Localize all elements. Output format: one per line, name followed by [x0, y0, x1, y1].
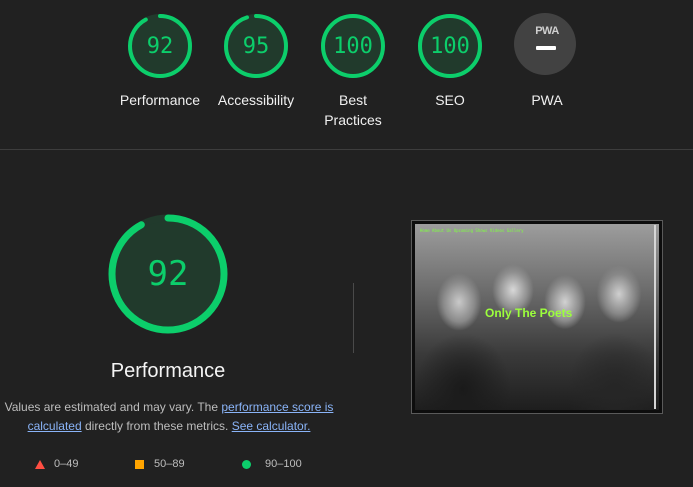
gauge-performance[interactable]: 92 Performance: [110, 12, 210, 110]
legend-range: 90–100: [265, 458, 302, 470]
gauge-accessibility[interactable]: 95 Accessibility: [206, 12, 306, 110]
gauge-ring: 92: [126, 12, 194, 80]
screenshot-overlay-text: Only The Poets: [485, 306, 573, 320]
legend-range: 0–49: [54, 458, 79, 470]
section-divider: [0, 149, 693, 150]
final-screenshot[interactable]: Home About Us Upcoming Shows Videos Gall…: [411, 220, 663, 414]
square-icon: [135, 459, 144, 469]
see-calculator-link[interactable]: See calculator.: [232, 419, 311, 433]
score-note: Values are estimated and may vary. The p…: [0, 398, 338, 436]
gauge-score: 95: [242, 33, 270, 59]
legend-range: 50–89: [154, 458, 185, 470]
performance-gauge-large: 92: [106, 212, 230, 336]
gauge-label: Best Practices: [324, 92, 382, 128]
note-text: Values are estimated and may vary. The: [4, 400, 222, 414]
gauge-label: SEO: [435, 92, 465, 108]
gauge-seo[interactable]: 100 SEO: [400, 12, 500, 110]
triangle-icon: [35, 459, 45, 469]
gauge-score: 92: [146, 33, 174, 59]
pwa-logo-text: PWA: [535, 25, 559, 37]
gauge-label: Accessibility: [217, 92, 295, 108]
pwa-badge: PWA: [513, 12, 581, 80]
performance-score: 92: [147, 254, 189, 294]
gauge-score: 100: [333, 33, 373, 59]
performance-title: Performance: [110, 360, 226, 382]
legend-pass: 90–100: [242, 456, 302, 472]
gauge-ring: 100: [416, 12, 484, 80]
gauge-label: Performance: [119, 92, 201, 108]
pwa-dash-icon: [536, 46, 556, 50]
screenshot-nav-text: Home About Us Upcoming Shows Videos Gall…: [420, 228, 524, 233]
pwa-disc: [514, 13, 576, 75]
circle-icon: [242, 459, 251, 469]
gauge-best-practices[interactable]: 100 Best Practices: [303, 12, 403, 130]
legend-fail: 0–49: [35, 456, 78, 472]
gauge-ring: 100: [319, 12, 387, 80]
gauge-score: 100: [430, 33, 470, 59]
gauge-pwa[interactable]: PWA PWA: [497, 12, 597, 110]
gauge-ring: 95: [222, 12, 290, 80]
vertical-divider: [353, 283, 354, 353]
lighthouse-report: 92 Performance 95 Accessibility 100 Best…: [0, 0, 693, 487]
note-text: directly from these metrics.: [81, 419, 232, 433]
gauge-label: PWA: [531, 92, 563, 108]
screenshot-scrollbar: [654, 225, 656, 409]
legend-average: 50–89: [135, 456, 185, 472]
